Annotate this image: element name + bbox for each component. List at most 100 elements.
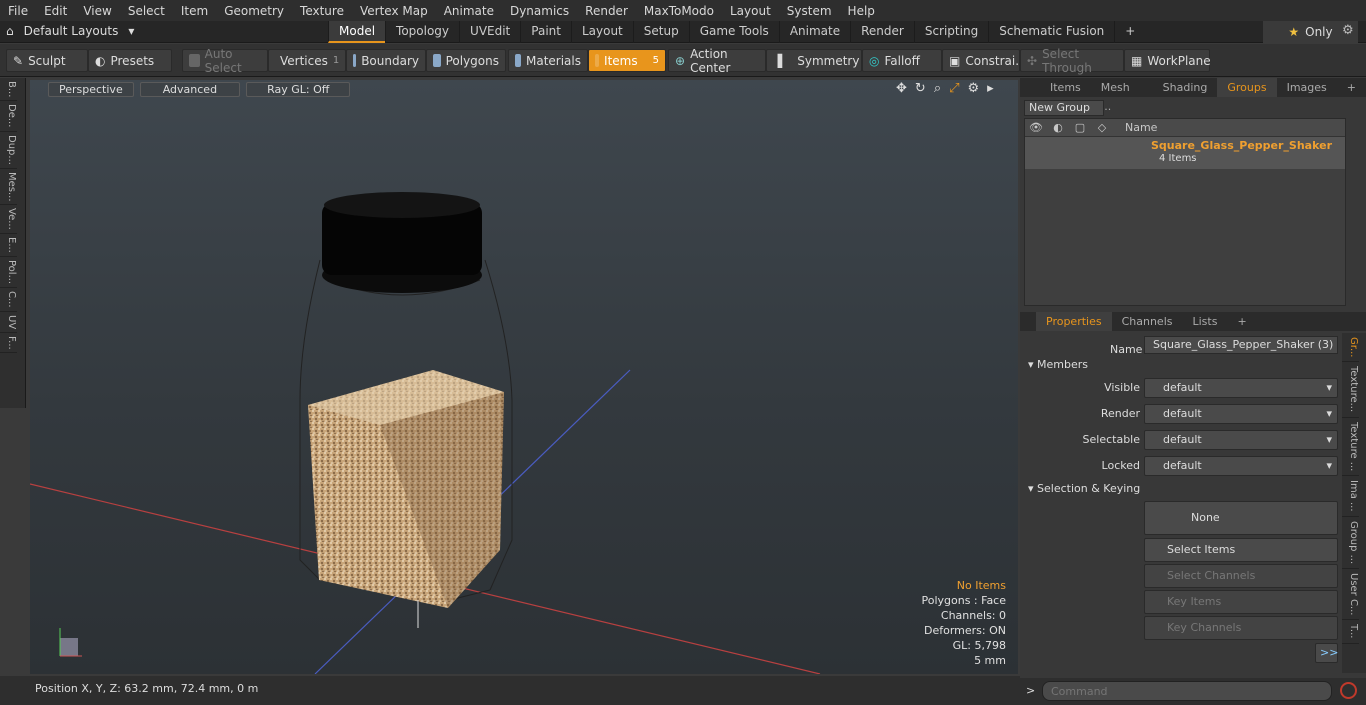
menu-maxtomodo[interactable]: MaxToModo [636, 4, 722, 18]
properties-side-tabs: Gr... Texture... Texture ... Ima ... Group .… [1342, 333, 1366, 673]
eye-icon: 👁 [1029, 121, 1043, 134]
key-channels-button[interactable]: Key Channels [1144, 616, 1338, 640]
tab-add[interactable]: + [1227, 312, 1256, 331]
left-tab[interactable]: C... [0, 288, 17, 312]
menu-view[interactable]: View [75, 4, 119, 18]
side-tab[interactable]: Texture... [1342, 362, 1359, 418]
tab-uvedit[interactable]: UVEdit [459, 21, 520, 43]
left-tab[interactable]: Ve... [0, 205, 17, 235]
materials-button[interactable]: Materials [508, 49, 588, 72]
falloff-button[interactable]: ◎ Falloff [862, 49, 942, 72]
tab-items[interactable]: Items [1040, 78, 1091, 97]
tab-add[interactable]: + [1114, 21, 1145, 43]
menu-texture[interactable]: Texture [292, 4, 352, 18]
tab-paint[interactable]: Paint [520, 21, 571, 43]
auto-select-button[interactable]: Auto Select [182, 46, 268, 75]
tab-model[interactable]: Model [328, 21, 386, 43]
tab-lists[interactable]: Lists [1183, 312, 1228, 331]
visible-dropdown[interactable]: default [1144, 378, 1338, 398]
left-tab[interactable]: B... [0, 78, 17, 102]
menu-vertex-map[interactable]: Vertex Map [352, 4, 436, 18]
menu-file[interactable]: File [0, 4, 36, 18]
menu-geometry[interactable]: Geometry [216, 4, 292, 18]
side-tab[interactable]: Gr... [1342, 333, 1359, 363]
layouts-dropdown[interactable]: ⌂ Default Layouts ▾ [6, 24, 134, 38]
name-field[interactable]: Square_Glass_Pepper_Shaker (3) [1144, 336, 1338, 354]
menu-animate[interactable]: Animate [436, 4, 502, 18]
tab-scripting[interactable]: Scripting [913, 21, 988, 43]
materials-icon [515, 54, 521, 67]
info-no-items: No Items [956, 579, 1006, 592]
side-tab[interactable]: T... [1342, 620, 1359, 644]
side-tab[interactable]: User C... [1342, 569, 1359, 621]
menu-render[interactable]: Render [577, 4, 636, 18]
menu-dynamics[interactable]: Dynamics [502, 4, 577, 18]
auto-select-label: Auto Select [204, 46, 242, 75]
left-tab[interactable]: Mes... [0, 169, 17, 206]
tab-properties[interactable]: Properties [1036, 312, 1112, 331]
action-center-button[interactable]: ⊕ Action Center [668, 47, 766, 75]
3d-viewport[interactable]: Perspective Advanced Ray GL: Off ✥ ↻ ⌕ ⤢ ⚙ ▸ [30, 80, 1018, 674]
presets-button[interactable]: ◐ Presets [88, 49, 172, 72]
select-through-button[interactable]: ✣ Select Through [1020, 46, 1124, 75]
constraint-icon: ▣ [949, 53, 961, 68]
render-dropdown[interactable]: default [1144, 404, 1338, 424]
polygons-button[interactable]: Polygons [426, 49, 506, 72]
sculpt-button[interactable]: ✎ Sculpt [6, 49, 88, 72]
tab-layout[interactable]: Layout [570, 21, 633, 43]
tab-schematic-fusion[interactable]: Schematic Fusion [988, 21, 1114, 43]
tab-shading[interactable]: Shading [1153, 78, 1218, 97]
side-tab[interactable]: Texture ... [1342, 418, 1359, 476]
left-tab[interactable]: UV [0, 312, 17, 333]
tab-add[interactable]: + [1337, 78, 1366, 97]
locked-dropdown[interactable]: default [1144, 456, 1338, 476]
vertices-count: 1 [332, 55, 340, 66]
new-group-button[interactable]: New Group [1024, 100, 1104, 116]
select-through-label: Select Through [1042, 46, 1092, 75]
left-tab[interactable]: F... [0, 333, 17, 354]
left-tab[interactable]: Dup... [0, 132, 17, 169]
items-button[interactable]: Items 5 [588, 49, 666, 72]
tab-render[interactable]: Render [850, 21, 914, 43]
tab-groups[interactable]: Groups [1217, 78, 1277, 97]
tab-setup[interactable]: Setup [632, 21, 689, 43]
menu-edit[interactable]: Edit [36, 4, 75, 18]
tab-mesh[interactable]: Mesh ... [1091, 78, 1153, 113]
left-tab[interactable]: De... [0, 101, 17, 132]
left-tab[interactable]: Pol... [0, 257, 17, 288]
tab-images[interactable]: Images [1277, 78, 1337, 97]
tab-game-tools[interactable]: Game Tools [688, 21, 779, 43]
key-items-button[interactable]: Key Items [1144, 590, 1338, 614]
tab-topology[interactable]: Topology [385, 21, 459, 43]
tab-channels[interactable]: Channels [1112, 312, 1183, 331]
gear-icon[interactable]: ⚙ [1342, 23, 1354, 38]
side-tab[interactable]: Group ... [1342, 517, 1359, 569]
menu-item[interactable]: Item [173, 4, 216, 18]
tab-animate[interactable]: Animate [778, 21, 850, 43]
vertices-button[interactable]: Vertices 1 [268, 49, 346, 72]
select-channels-button[interactable]: Select Channels [1144, 564, 1338, 588]
selectable-dropdown[interactable]: default [1144, 430, 1338, 450]
members-section[interactable]: ▾ Members [1028, 358, 1088, 371]
constraints-button[interactable]: ▣ Constrai... [942, 49, 1027, 72]
menu-layout[interactable]: Layout [722, 4, 779, 18]
menu-help[interactable]: Help [840, 4, 883, 18]
more-button[interactable]: >> [1315, 643, 1338, 663]
left-tab[interactable]: E... [0, 234, 17, 257]
vertices-label: Vertices [280, 53, 328, 68]
record-icon[interactable] [1340, 682, 1357, 699]
menu-select[interactable]: Select [120, 4, 173, 18]
menu-system[interactable]: System [779, 4, 840, 18]
side-tab[interactable]: Ima ... [1342, 476, 1359, 517]
lock-icon: ▢ [1074, 121, 1086, 134]
symmetry-button[interactable]: ▐ Symmetry [766, 49, 862, 72]
none-button[interactable]: None [1144, 501, 1338, 535]
workplane-button[interactable]: ▦ WorkPlane [1124, 49, 1211, 72]
selection-keying-section[interactable]: ▾ Selection & Keying [1028, 482, 1140, 495]
select-items-button[interactable]: Select Items [1144, 538, 1338, 562]
falloff-icon: ◎ [869, 53, 880, 68]
home-icon[interactable]: ⌂ [6, 24, 14, 38]
command-input[interactable] [1042, 681, 1332, 701]
boundary-button[interactable]: Boundary [346, 49, 426, 72]
list-item[interactable]: Square_Glass_Pepper_Shaker 4 Items [1025, 137, 1345, 169]
